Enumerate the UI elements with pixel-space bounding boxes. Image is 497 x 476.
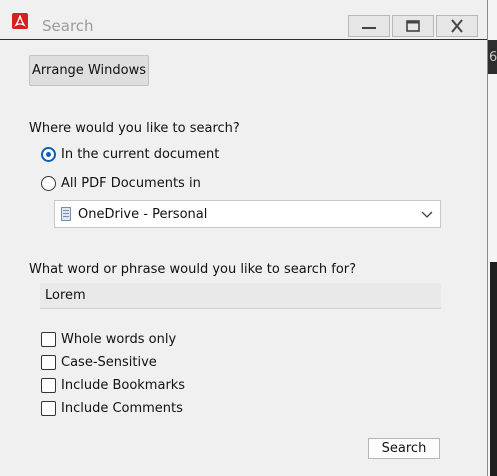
title-bar[interactable]: Search	[0, 0, 487, 40]
search-dialog: Search Arrange Windows Where would you l…	[0, 0, 488, 476]
checkbox-case-sensitive[interactable]	[41, 355, 56, 370]
checkbox-whole-words[interactable]	[41, 332, 56, 347]
maximize-icon	[406, 20, 420, 32]
search-phrase-input[interactable]: Lorem	[40, 283, 441, 309]
checkbox-case-sensitive-label[interactable]: Case-Sensitive	[61, 355, 157, 370]
background-digit: 6	[489, 50, 497, 65]
background-app: 6	[488, 0, 497, 476]
checkbox-include-bookmarks-label[interactable]: Include Bookmarks	[61, 378, 185, 393]
location-dropdown[interactable]: OneDrive - Personal	[54, 200, 441, 228]
checkbox-include-bookmarks[interactable]	[41, 378, 56, 393]
where-prompt: Where would you like to search?	[29, 121, 240, 136]
radio-current-document-label[interactable]: In the current document	[61, 147, 219, 162]
document-icon	[61, 207, 71, 221]
close-button[interactable]	[436, 15, 478, 37]
query-prompt: What word or phrase would you like to se…	[29, 262, 357, 277]
radio-current-document[interactable]	[41, 147, 56, 162]
window-title: Search	[42, 17, 94, 35]
close-icon	[451, 19, 463, 33]
radio-all-pdf-documents[interactable]	[41, 176, 56, 191]
acrobat-pdf-icon	[5, 13, 35, 41]
search-button[interactable]: Search	[368, 438, 440, 459]
background-panel	[490, 262, 497, 476]
checkbox-include-comments-label[interactable]: Include Comments	[61, 401, 183, 416]
radio-all-pdf-documents-label[interactable]: All PDF Documents in	[61, 176, 201, 191]
maximize-button[interactable]	[392, 15, 434, 37]
arrange-windows-button[interactable]: Arrange Windows	[29, 55, 149, 86]
chevron-down-icon	[421, 211, 433, 218]
minimize-button[interactable]	[348, 15, 390, 37]
dialog-body: Arrange Windows Where would you like to …	[0, 41, 487, 476]
location-value: OneDrive - Personal	[78, 207, 208, 222]
minimize-icon	[362, 27, 376, 29]
checkbox-whole-words-label[interactable]: Whole words only	[61, 332, 176, 347]
checkbox-include-comments[interactable]	[41, 401, 56, 416]
